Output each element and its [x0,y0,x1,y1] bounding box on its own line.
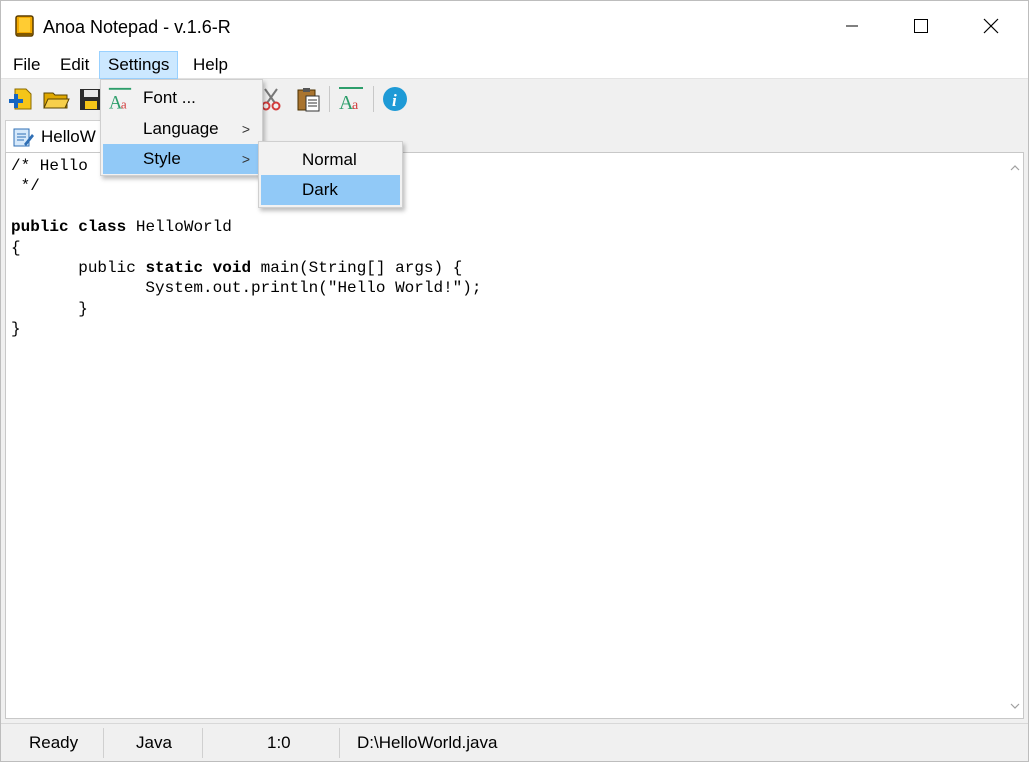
menu-edit[interactable]: Edit [52,51,97,79]
submenu-arrow-icon: > [241,121,250,137]
font-icon: A a [107,86,133,113]
style-submenu: Normal Dark [258,141,403,208]
svg-text:a: a [352,98,359,113]
close-button[interactable] [956,1,1026,51]
menu-item-font-label: Font ... [143,88,196,107]
title-bar: Anoa Notepad - v.1.6-R [1,1,1028,51]
menu-item-language[interactable]: Language > [103,114,260,144]
menu-item-font[interactable]: A a Font ... [103,83,260,113]
window-title: Anoa Notepad - v.1.6-R [43,17,231,37]
font-icon[interactable]: A a [337,85,365,114]
code-line: System.out.println("Hello World!"); [11,279,482,298]
open-folder-icon[interactable] [42,85,70,113]
menu-bar: File Edit Settings Help [1,51,1028,79]
menu-item-style[interactable]: Style > [103,144,260,174]
menu-item-normal[interactable]: Normal [261,145,400,175]
minimize-icon [846,25,858,27]
code-line: */ [11,177,40,196]
status-divider [339,728,340,758]
notepad-app-icon [15,15,35,37]
code-line: } [11,320,21,339]
submenu-arrow-icon: > [241,151,250,167]
menu-item-language-label: Language [143,119,219,138]
menu-item-normal-label: Normal [302,150,357,169]
code-line: } [11,299,88,318]
menu-settings[interactable]: Settings [99,51,179,79]
code-line: /* Hello [11,157,88,175]
status-divider [202,728,203,758]
svg-text:i: i [392,91,397,110]
status-file-path: D:\HelloWorld.java [357,733,498,752]
scroll-up-icon[interactable] [1006,159,1023,176]
info-icon[interactable]: i [381,85,409,113]
menu-item-dark-label: Dark [302,180,338,199]
minimize-button[interactable] [817,1,887,51]
status-state: Ready [29,733,79,752]
document-edit-icon [12,126,34,148]
maximize-button[interactable] [886,1,956,51]
close-icon [983,18,999,34]
status-bar: Ready Java 1:0 D:\HelloWorld.java [1,723,1028,761]
text-editor[interactable]: /* Hello */ public class HelloWorld { pu… [5,152,1024,719]
code-content[interactable]: /* Hello */ public class HelloWorld { pu… [11,156,481,340]
status-divider [103,728,104,758]
code-line: public class HelloWorld [11,218,232,237]
settings-menu: A a Font ... Language > Style > [100,79,263,176]
tab-label: HelloW [41,127,96,146]
status-language: Java [136,733,172,752]
paste-icon[interactable] [294,85,322,113]
new-file-icon[interactable] [7,85,35,113]
menu-help[interactable]: Help [185,51,236,79]
svg-text:a: a [121,96,127,111]
app-window: Anoa Notepad - v.1.6-R File Edit Setting… [0,0,1029,762]
scroll-down-icon[interactable] [1006,697,1023,714]
maximize-icon [914,19,928,33]
code-line: public static void main(String[] args) { [78,259,463,278]
toolbar-separator [329,86,330,112]
code-line: { [11,238,21,257]
toolbar-separator [373,86,374,112]
status-position: 1:0 [267,733,291,752]
vertical-scrollbar[interactable] [1006,153,1023,718]
menu-item-dark[interactable]: Dark [261,175,400,205]
menu-file[interactable]: File [5,51,48,79]
menu-item-style-label: Style [143,149,181,168]
